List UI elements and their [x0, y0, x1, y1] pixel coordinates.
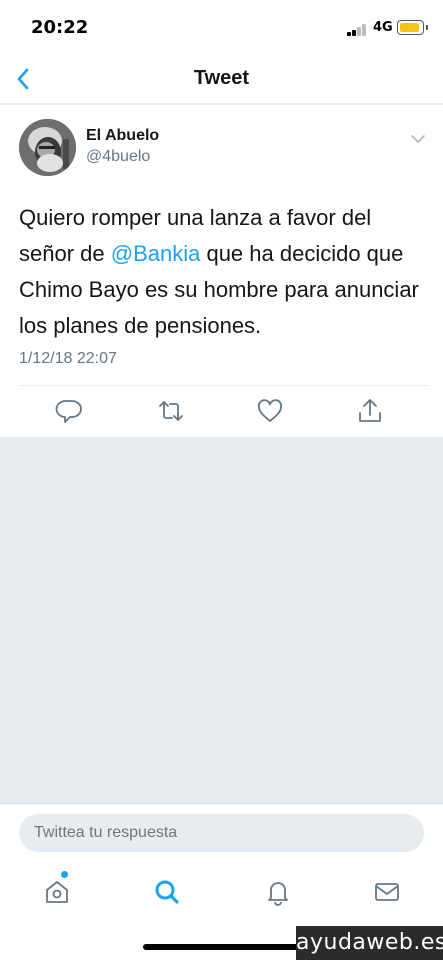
- home-indicator: [143, 944, 301, 950]
- watermark: ayudaweb.es: [296, 926, 443, 960]
- chevron-down-icon[interactable]: [409, 132, 427, 146]
- tweet-card: El Abuelo @4buelo Quiero romper una lanz…: [0, 105, 443, 437]
- mention-link[interactable]: @Bankia: [111, 241, 201, 266]
- author-name[interactable]: El Abuelo: [86, 127, 159, 145]
- signal-icon: [347, 24, 369, 36]
- nav-bar: Tweet: [0, 56, 443, 104]
- battery-icon: [397, 20, 424, 35]
- share-icon[interactable]: [355, 396, 385, 426]
- battery-tip: [426, 25, 428, 30]
- messages-icon[interactable]: [372, 877, 402, 907]
- author-handle[interactable]: @4buelo: [86, 148, 150, 166]
- avatar[interactable]: [19, 119, 76, 176]
- reply-icon[interactable]: [54, 396, 84, 426]
- retweet-icon[interactable]: [156, 396, 186, 426]
- divider: [19, 385, 429, 386]
- like-icon[interactable]: [255, 396, 285, 426]
- status-time: 20:22: [31, 17, 89, 38]
- home-icon[interactable]: [42, 877, 72, 907]
- tweet-timestamp: 1/12/18 22:07: [19, 350, 117, 367]
- page-title: Tweet: [193, 67, 250, 89]
- status-bar: 20:22 4G: [0, 0, 443, 56]
- reply-input[interactable]: [19, 814, 424, 852]
- search-icon[interactable]: [152, 877, 182, 907]
- notification-dot: [61, 871, 68, 878]
- network-label: 4G: [373, 20, 393, 35]
- tweet-text: Quiero romper una lanza a favor del seño…: [19, 200, 429, 344]
- notifications-icon[interactable]: [263, 877, 293, 907]
